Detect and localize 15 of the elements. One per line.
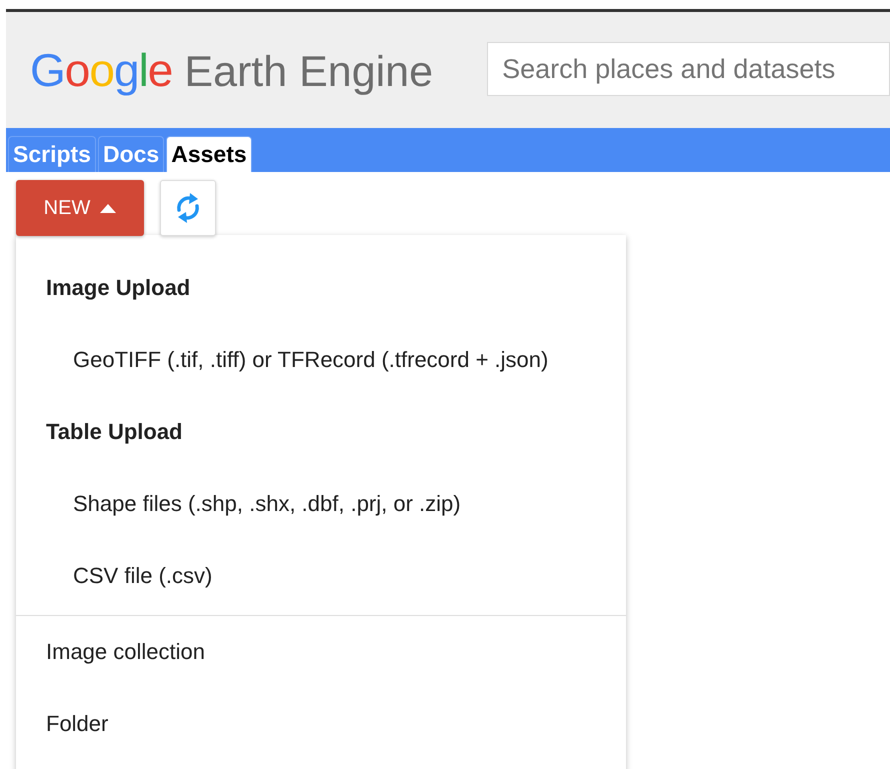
refresh-icon (174, 192, 202, 224)
refresh-button[interactable] (160, 180, 216, 236)
menu-item[interactable]: GeoTIFF (.tif, .tiff) or TFRecord (.tfrecord + .json) (16, 324, 626, 396)
new-button[interactable]: NEW (16, 180, 144, 236)
menu-item[interactable]: CSV file (.csv) (16, 540, 626, 612)
menu-item[interactable]: Folder (16, 688, 626, 760)
search-field[interactable]: Search places and datasets (487, 42, 890, 96)
logo-brand: Google (30, 43, 172, 97)
menu-section-heading: Image Upload (45, 274, 192, 302)
menu-section-heading: Table Upload (45, 418, 184, 446)
menu-item[interactable]: Shape files (.shp, .shx, .dbf, .prj, or .zip) (16, 468, 626, 540)
logo-product-name: Earth Engine (184, 48, 434, 97)
caret-icon (100, 204, 116, 212)
tab[interactable]: Assets (166, 136, 252, 172)
menu-item[interactable]: Image collection (16, 616, 626, 688)
